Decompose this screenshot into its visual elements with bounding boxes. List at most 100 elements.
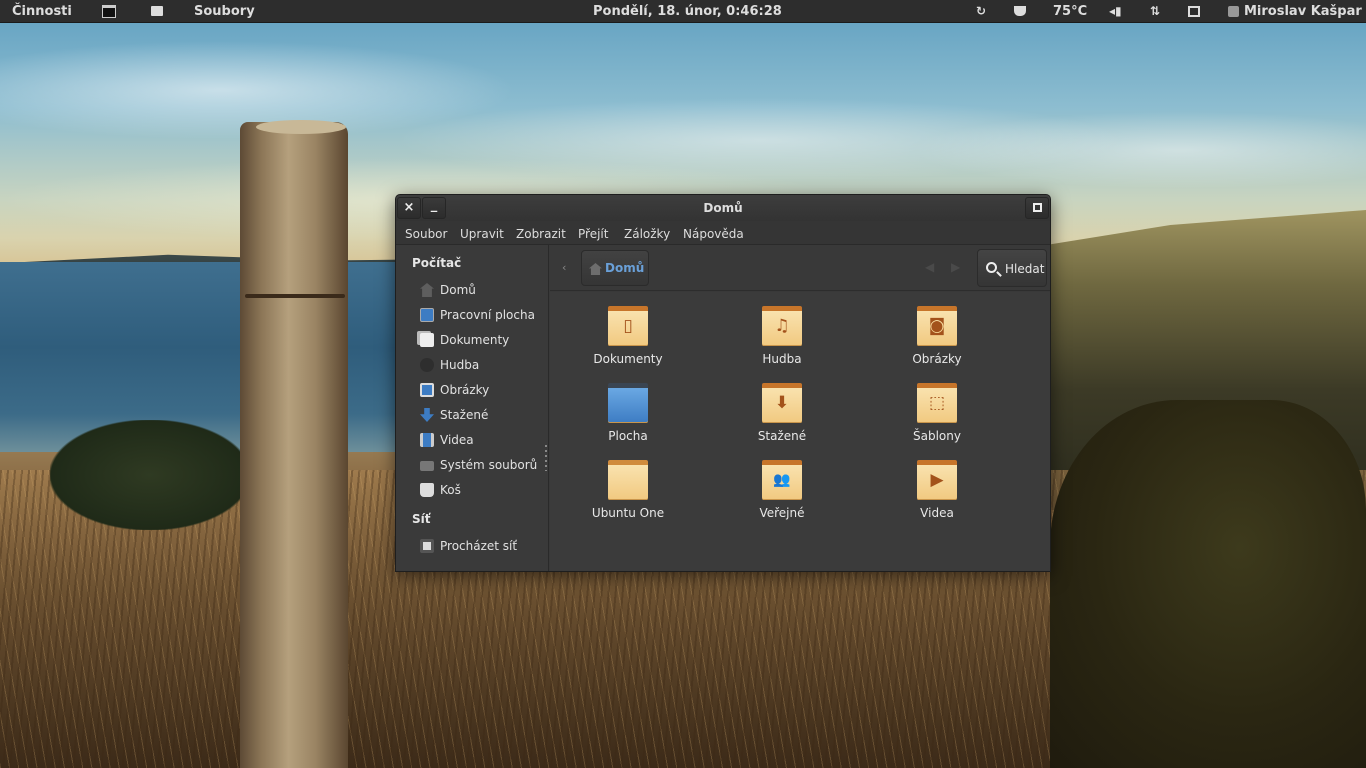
file-name: Ubuntu One	[591, 506, 665, 520]
window-title: Domů	[703, 201, 743, 215]
file-item-pictures[interactable]: ◙ Obrázky	[877, 306, 997, 376]
wallpaper-wire	[245, 294, 345, 298]
battery-icon[interactable]	[1188, 6, 1200, 17]
window-titlebar[interactable]: × _ Domů	[396, 195, 1050, 221]
app-menu-button[interactable]: Soubory	[194, 4, 255, 19]
menu-bar: Soubor Upravit Zobrazit Přejít Záložky N…	[396, 221, 1050, 245]
sidebar-item-label: Hudba	[440, 358, 480, 372]
file-item-music[interactable]: ♫ Hudba	[722, 306, 842, 376]
sidebar-item-filesystem[interactable]: Systém souborů	[420, 456, 548, 476]
volume-icon[interactable]: ◂▮	[1109, 4, 1122, 18]
file-name: Hudba	[762, 352, 802, 366]
file-item-ubuntu-one[interactable]: Ubuntu One	[568, 460, 688, 530]
clock[interactable]: Pondělí, 18. únor, 0:46:28	[593, 4, 782, 19]
sidebar-item-home[interactable]: Domů	[420, 281, 548, 301]
file-name: Dokumenty	[593, 352, 663, 366]
wallpaper-fence-post-top	[256, 120, 346, 134]
file-view: ▯ Dokumenty ♫ Hudba ◙ Obrázky Plocha ⬇ S…	[550, 292, 1050, 571]
wallpaper-shrub-right	[1050, 400, 1366, 768]
user-menu[interactable]: Miroslav Kašpar	[1244, 4, 1362, 19]
file-name: Videa	[920, 506, 954, 520]
search-icon	[986, 262, 997, 273]
sidebar-resize-handle[interactable]	[545, 445, 547, 471]
sidebar-item-browse-network[interactable]: Procházet síť	[420, 537, 548, 557]
menu-soubor[interactable]: Soubor	[405, 227, 447, 241]
file-name: Stažené	[757, 429, 807, 443]
pictures-icon	[420, 383, 434, 397]
sidebar-item-downloads[interactable]: Stažené	[420, 406, 548, 426]
sidebar-item-label: Systém souborů	[440, 458, 538, 472]
pictures-folder-icon: ◙	[917, 306, 957, 346]
maximize-button[interactable]	[1025, 197, 1049, 219]
sidebar-item-label: Dokumenty	[440, 333, 510, 347]
cup-icon[interactable]	[1014, 6, 1026, 16]
sidebar-header-network: Síť	[412, 512, 431, 526]
temperature-indicator[interactable]: 75°C	[1053, 4, 1087, 19]
sidebar-item-videos[interactable]: Videa	[420, 431, 548, 451]
sidebar-item-label: Videa	[440, 433, 474, 447]
videos-icon	[420, 433, 434, 447]
filesystem-icon	[420, 461, 434, 471]
sidebar-header-computer: Počítač	[412, 256, 462, 270]
file-item-videos[interactable]: ▶ Videa	[877, 460, 997, 530]
maximize-icon	[1032, 203, 1042, 212]
sidebar-item-label: Procházet síť	[440, 539, 518, 553]
file-item-desktop[interactable]: Plocha	[568, 383, 688, 453]
search-label: Hledat	[1005, 262, 1045, 276]
activities-button[interactable]: Činnosti	[12, 4, 72, 19]
sidebar-item-pictures[interactable]: Obrázky	[420, 381, 548, 401]
menu-upravit[interactable]: Upravit	[460, 227, 504, 241]
file-item-public[interactable]: 👥 Veřejné	[722, 460, 842, 530]
top-panel: Činnosti Soubory Pondělí, 18. únor, 0:46…	[0, 0, 1366, 23]
refresh-icon[interactable]: ↻	[976, 4, 986, 18]
menu-zobrazit[interactable]: Zobrazit	[516, 227, 566, 241]
menu-zalozky[interactable]: Záložky	[624, 227, 670, 241]
wallpaper-shrub-left	[50, 420, 250, 530]
file-name: Obrázky	[912, 352, 962, 366]
sidebar-item-label: Koš	[440, 483, 461, 497]
user-icon	[1228, 6, 1239, 17]
menu-prejit[interactable]: Přejít	[578, 227, 608, 241]
forward-icon[interactable]: ▶	[951, 260, 960, 274]
search-button[interactable]: Hledat	[977, 249, 1047, 287]
network-browse-icon	[420, 539, 434, 553]
desktop-folder-icon	[608, 383, 648, 423]
documents-folder-icon: ▯	[608, 306, 648, 346]
file-item-downloads[interactable]: ⬇ Stažené	[722, 383, 842, 453]
back-icon[interactable]: ◀	[925, 260, 934, 274]
menu-napoveda[interactable]: Nápověda	[683, 227, 744, 241]
desktop-icon	[420, 308, 434, 322]
sidebar-item-desktop[interactable]: Pracovní plocha	[420, 306, 548, 326]
file-item-documents[interactable]: ▯ Dokumenty	[568, 306, 688, 376]
terminal-icon[interactable]	[102, 5, 116, 18]
sidebar-item-label: Stažené	[440, 408, 489, 422]
wallpaper-fence-post	[240, 122, 348, 768]
home-icon	[589, 263, 602, 275]
sidebar-item-label: Domů	[440, 283, 476, 297]
home-icon	[420, 283, 434, 297]
documents-icon	[420, 333, 434, 347]
sidebar-item-documents[interactable]: Dokumenty	[420, 331, 548, 351]
scroll-left-icon[interactable]: ‹	[562, 261, 566, 274]
music-icon	[420, 358, 434, 372]
sidebar: Počítač Domů Pracovní plocha Dokumenty H…	[396, 245, 549, 571]
ubuntu-one-folder-icon	[608, 460, 648, 500]
sidebar-item-label: Obrázky	[440, 383, 490, 397]
network-icon[interactable]: ⇅	[1150, 4, 1160, 18]
trash-icon	[420, 483, 434, 497]
file-name: Šablony	[913, 429, 961, 443]
file-item-templates[interactable]: ⬚ Šablony	[877, 383, 997, 453]
files-icon[interactable]	[151, 6, 163, 16]
file-name: Plocha	[608, 429, 648, 443]
location-toolbar: ‹ Domů ◀ ▶ Hledat	[550, 245, 1050, 291]
breadcrumb-label: Domů	[605, 261, 645, 275]
downloads-icon	[420, 408, 434, 422]
public-folder-icon: 👥	[762, 460, 802, 500]
sidebar-item-trash[interactable]: Koš	[420, 481, 548, 501]
sidebar-item-label: Pracovní plocha	[440, 308, 535, 322]
downloads-folder-icon: ⬇	[762, 383, 802, 423]
videos-folder-icon: ▶	[917, 460, 957, 500]
templates-folder-icon: ⬚	[917, 383, 957, 423]
sidebar-item-music[interactable]: Hudba	[420, 356, 548, 376]
breadcrumb-home[interactable]: Domů	[581, 250, 649, 286]
